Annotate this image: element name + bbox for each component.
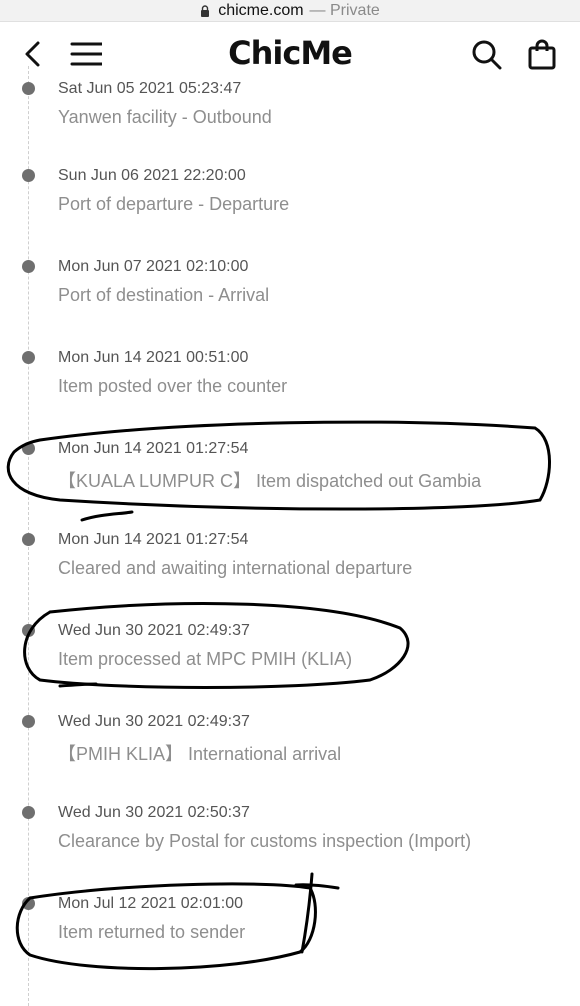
back-arrow-icon[interactable] (18, 38, 50, 70)
tracking-timeline: Sat Jun 05 2021 05:23:47 Yanwen facility… (0, 66, 580, 1006)
timeline-dot (22, 169, 35, 182)
timeline-dot (22, 533, 35, 546)
timeline-entry: Sat Jun 05 2021 05:23:47 Yanwen facility… (0, 80, 580, 140)
timeline-entry: Wed Jun 30 2021 02:49:37 Item processed … (0, 622, 580, 682)
event-timestamp: Mon Jun 07 2021 02:10:00 (58, 258, 249, 275)
event-timestamp: Mon Jun 14 2021 00:51:00 (58, 349, 249, 366)
timeline-entry: Wed Jun 30 2021 02:50:37 Clearance by Po… (0, 804, 580, 864)
event-timestamp: Sun Jun 06 2021 22:20:00 (58, 167, 246, 184)
timeline-dot (22, 715, 35, 728)
timeline-dot (22, 82, 35, 95)
timeline-entry: Wed Jun 30 2021 02:49:37 【PMIH KLIA】 Int… (0, 713, 580, 773)
timeline-entry: Mon Jun 14 2021 00:51:00 Item posted ove… (0, 349, 580, 409)
event-description: Item processed at MPC PMIH (KLIA) (58, 649, 353, 669)
timeline-entry: Mon Jun 07 2021 02:10:00 Port of destina… (0, 258, 580, 318)
event-description: Cleared and awaiting international depar… (58, 558, 413, 578)
event-timestamp: Mon Jun 14 2021 01:27:54 (58, 440, 249, 457)
search-icon[interactable] (470, 38, 502, 70)
timeline-entry: Mon Jun 14 2021 01:27:54 【KUALA LUMPUR C… (0, 440, 580, 500)
timeline-dot (22, 260, 35, 273)
timeline-dot (22, 806, 35, 819)
timeline-entry: Sun Jun 06 2021 22:20:00 Port of departu… (0, 167, 580, 227)
event-timestamp: Mon Jul 12 2021 02:01:00 (58, 895, 244, 912)
timeline-dot (22, 624, 35, 637)
timeline-dot (22, 897, 35, 910)
chicme-logo[interactable]: ChicMe (210, 34, 370, 74)
event-description: Item returned to sender (58, 922, 246, 942)
event-description: 【PMIH KLIA】 International arrival (58, 744, 342, 764)
browser-url-bar[interactable]: chicme.com — Private (0, 0, 580, 22)
event-timestamp: Wed Jun 30 2021 02:49:37 (58, 622, 250, 639)
event-description: Yanwen facility - Outbound (58, 107, 272, 127)
event-timestamp: Mon Jun 14 2021 01:27:54 (58, 531, 249, 548)
timeline-dot (22, 442, 35, 455)
app-header: ChicMe (0, 22, 580, 86)
event-description: Item posted over the counter (58, 376, 288, 396)
event-description: 【KUALA LUMPUR C】 Item dispatched out Gam… (58, 471, 482, 491)
timeline-entry: Mon Jun 14 2021 01:27:54 Cleared and awa… (0, 531, 580, 591)
event-description: Port of departure - Departure (58, 194, 290, 214)
event-timestamp: Sat Jun 05 2021 05:23:47 (58, 80, 242, 97)
event-description: Clearance by Postal for customs inspecti… (58, 831, 472, 851)
url-text: chicme.com (218, 1, 304, 19)
lock-icon (201, 4, 210, 17)
event-timestamp: Wed Jun 30 2021 02:50:37 (58, 804, 250, 821)
timeline-dot (22, 351, 35, 364)
event-description: Port of destination - Arrival (58, 285, 270, 305)
timeline-entry: Mon Jul 12 2021 02:01:00 Item returned t… (0, 895, 580, 955)
event-timestamp: Wed Jun 30 2021 02:49:37 (58, 713, 250, 730)
hamburger-menu-icon[interactable] (70, 38, 102, 70)
private-mode-label: — Private (309, 1, 380, 19)
shopping-bag-icon[interactable] (526, 38, 558, 70)
